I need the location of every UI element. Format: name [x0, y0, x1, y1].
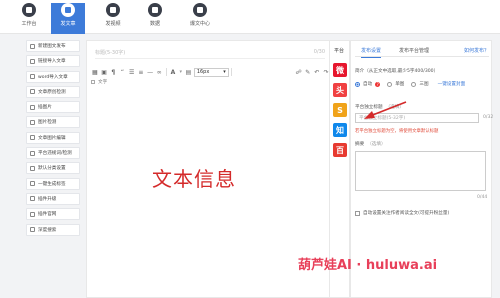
sidebar-item-image-edit[interactable]: 文章图片编辑 — [26, 131, 80, 144]
weibo-icon[interactable]: 微 — [333, 63, 347, 77]
sidebar-item-plugin-upgrade[interactable]: 插件升级 — [26, 192, 80, 205]
how-to-publish-link[interactable]: 如何发布？ — [464, 47, 489, 54]
font-size-select[interactable]: 16px ▾ — [193, 67, 229, 77]
check-icon — [30, 89, 35, 95]
sidebar-item-image-check[interactable]: 图片检测 — [26, 116, 80, 129]
toolbar-divider — [165, 68, 167, 76]
image-icon[interactable]: ▣ — [100, 67, 108, 77]
toolbar-divider — [231, 68, 233, 76]
sidebar-item-new-post[interactable]: 新建图文发布 — [26, 40, 80, 52]
sidebar-item-plugin-site[interactable]: 插件官网 — [26, 208, 80, 221]
edit-icon — [61, 3, 75, 17]
tool-sidebar: 新建图文发布 链接导入文章 word导入文章 文章原创检测 插图片 图片检测 文… — [26, 40, 80, 239]
follow-checkbox[interactable] — [355, 210, 360, 216]
sidebar-item-link-import[interactable]: 链接导入文章 — [26, 55, 80, 68]
upgrade-icon — [30, 196, 35, 202]
text-mode-row: 文字 — [91, 79, 107, 85]
image-edit-icon — [30, 135, 35, 141]
platform-title-count: 0/32 — [483, 115, 494, 120]
radio-single[interactable] — [387, 81, 393, 87]
baijia-icon[interactable]: 百 — [333, 143, 347, 157]
one-click-cover-link[interactable]: 一键设置封面 — [438, 81, 466, 87]
nav-post-article[interactable]: 发文章 — [51, 3, 85, 34]
overlay-annotation-text: 文本信息 — [152, 167, 236, 191]
text-color-icon[interactable]: A — [169, 67, 177, 77]
redo-icon[interactable]: ↷ — [322, 67, 330, 77]
list-icon[interactable]: ☰ — [128, 67, 136, 77]
sidebar-item-originality-check[interactable]: 文章原创检测 — [26, 85, 80, 98]
settings-tabs: 发布设置 发布平台管理 如何发布？ — [355, 45, 489, 58]
nav-data[interactable]: 数据 — [138, 3, 172, 33]
follow-option-row: 自动设置关注作者阅读全文(可提升粉丝量) — [355, 210, 449, 216]
sidebar-item-generate-tags[interactable]: 一键生成标签 — [26, 177, 80, 190]
image-check-icon — [30, 119, 35, 125]
tag-icon — [30, 181, 35, 187]
divider-icon[interactable]: — — [146, 67, 154, 77]
sidebar-item-default-category[interactable]: 默认分类设置 — [26, 162, 80, 175]
title-input[interactable]: 标题(5-30字) 0/30 — [95, 47, 325, 59]
checkbox-icon[interactable] — [91, 80, 95, 84]
chevron-down-icon[interactable]: ▾ — [178, 67, 183, 77]
warning-icon — [30, 150, 35, 156]
link-icon — [30, 58, 35, 64]
summary-count: 0/44 — [477, 195, 488, 200]
word-icon — [30, 74, 35, 80]
annotation-arrow-icon — [364, 101, 407, 119]
nav-post-video[interactable]: 发视频 — [96, 3, 130, 33]
toutiao-icon[interactable]: 头 — [333, 83, 347, 97]
sidebar-item-banned-words[interactable]: 平台违规词/检测 — [26, 147, 80, 160]
binoculars-icon[interactable]: ☍ — [295, 67, 303, 77]
summary-textarea[interactable] — [355, 151, 486, 191]
sidebar-item-insert-image[interactable]: 插图片 — [26, 101, 80, 114]
summary-label: 摘要 （选填） — [355, 142, 386, 147]
chart-icon — [148, 3, 162, 17]
search-icon — [30, 227, 35, 233]
paragraph-icon[interactable]: ¶ — [109, 67, 117, 77]
radio-triple[interactable] — [411, 81, 417, 87]
fire-icon — [193, 3, 207, 17]
quote-icon[interactable]: “ — [119, 67, 127, 77]
title-warning: 若平台独立标题为空，将使用文章默认标题 — [355, 129, 439, 134]
title-count: 0/30 — [313, 49, 325, 55]
font-size-icon[interactable]: ▤ — [185, 67, 193, 77]
zhihu-icon[interactable]: 知 — [333, 123, 347, 137]
editor-toolbar: ▦ ▣ ¶ “ ☰ ≡ — ∞ A ▾ ▤ 16px ▾ ☍ ✎ ↶ ↷ — [90, 65, 330, 79]
cover-options: 自动 ? 单图 三图 一键设置封面 — [355, 81, 465, 87]
article-editor: 标题(5-30字) 0/30 ▦ ▣ ¶ “ ☰ ≡ — ∞ A ▾ ▤ 16p… — [86, 40, 330, 298]
watermark-text: 葫芦娃AI · huluwa.ai — [298, 258, 438, 273]
tab-platform-manage[interactable]: 发布平台管理 — [399, 47, 429, 54]
radio-auto[interactable] — [355, 81, 360, 87]
video-icon — [106, 3, 120, 17]
folder-icon — [30, 165, 35, 171]
chevron-down-icon: ▾ — [223, 69, 226, 75]
grid-icon[interactable]: ▦ — [91, 67, 99, 77]
nav-workbench[interactable]: 工作台 — [12, 3, 46, 33]
sidebar-item-deep-search[interactable]: 深度搜索 — [26, 223, 80, 236]
top-nav: 工作台 发文章 发视频 数据 爆文中心 — [0, 0, 500, 34]
ordered-list-icon[interactable]: ≡ — [137, 67, 145, 77]
undo-icon[interactable]: ↶ — [313, 67, 321, 77]
link-icon[interactable]: ∞ — [155, 67, 163, 77]
nav-hot-center[interactable]: 爆文中心 — [183, 3, 217, 33]
sidebar-item-word-import[interactable]: word导入文章 — [26, 70, 80, 83]
image-icon — [30, 104, 35, 110]
clear-format-icon[interactable]: ✎ — [304, 67, 312, 77]
summary-hint: 简介（从正文中选取,最少5字400/300） — [355, 69, 439, 74]
tab-publish-settings[interactable]: 发布设置 — [361, 47, 382, 58]
home-icon — [30, 211, 35, 217]
help-icon[interactable]: ? — [375, 81, 381, 87]
doc-icon — [30, 43, 35, 49]
desk-icon — [22, 3, 36, 17]
sohu-icon[interactable]: S — [333, 103, 347, 117]
platform-label: 平台 — [334, 48, 345, 54]
